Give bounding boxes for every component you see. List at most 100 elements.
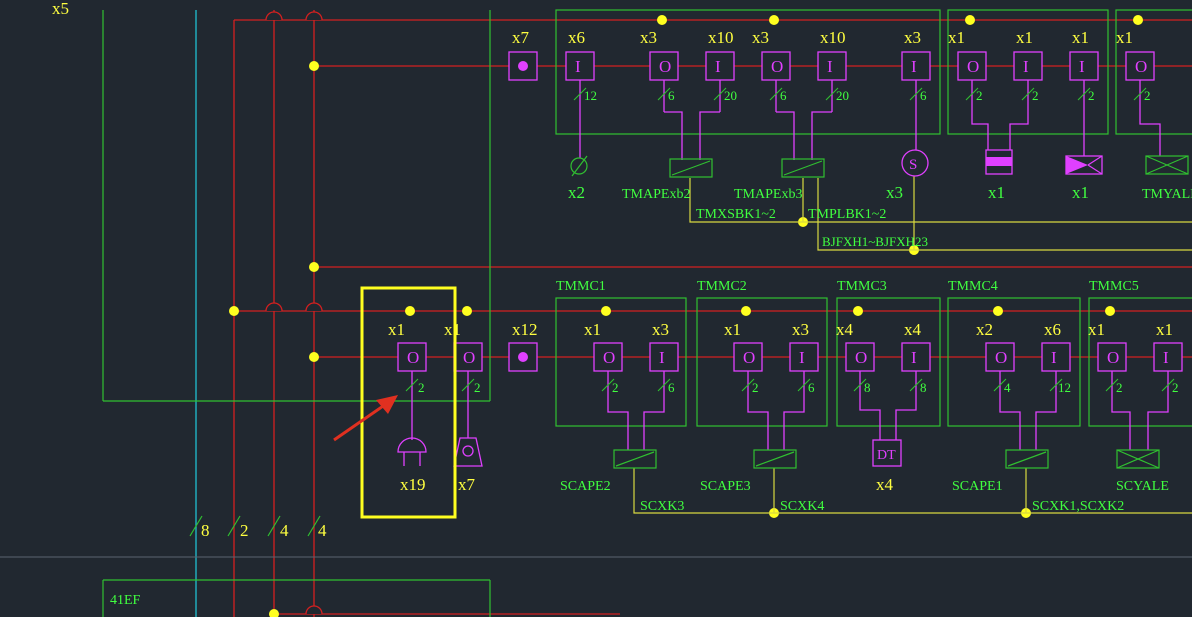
wire-count: 8 (201, 521, 210, 540)
io-count: x1 (724, 320, 741, 339)
io-count: x10 (708, 28, 734, 47)
io-box-label: O (995, 348, 1007, 367)
socket-plug-icon (397, 437, 427, 466)
wire-count: 20 (836, 88, 849, 103)
io-box-label: I (911, 348, 917, 367)
module-box-icon (753, 449, 797, 469)
wiring-diagram-canvas: x5 x7 x6 x3 x10 x3 x10 x3 x1 x1 x1 x1 I … (0, 0, 1192, 617)
io-count: x1 (1156, 320, 1173, 339)
bottom-row: TMMC1 TMMC2 TMMC3 TMMC4 TMMC5 x1 x1 x12 … (388, 279, 1183, 514)
io-box-label: O (771, 57, 783, 76)
device-label: x7 (458, 475, 476, 494)
device-label: TMYALE (1142, 187, 1192, 202)
io-count: x3 (640, 28, 657, 47)
io-box-label: O (603, 348, 615, 367)
annotation-arrow-icon (333, 395, 398, 442)
io-count: x2 (976, 320, 993, 339)
wire-count: 4 (318, 521, 327, 540)
module-box-icon (1005, 449, 1049, 469)
io-count: x1 (1116, 28, 1133, 47)
round-slash-symbol-icon (570, 155, 588, 177)
wire-count: 4 (280, 521, 289, 540)
io-box-label: I (827, 57, 833, 76)
bus-label: TMXSBK1~2 (696, 207, 776, 222)
bus-label: SCXK4 (780, 499, 824, 514)
io-count: x1 (1088, 320, 1105, 339)
wire-count: 6 (808, 380, 815, 395)
io-box-label: O (407, 348, 419, 367)
io-box-label: I (659, 348, 665, 367)
group-title: TMMC1 (556, 279, 606, 294)
group-title: TMMC5 (1089, 279, 1139, 294)
device-label: x3 (886, 183, 903, 202)
io-count: x4 (836, 320, 854, 339)
device-label: x19 (400, 475, 426, 494)
wire-count: 12 (1058, 380, 1071, 395)
io-count: x6 (1044, 320, 1061, 339)
wire-count: 2 (976, 88, 983, 103)
bus-label: BJFXH1~BJFXH23 (822, 234, 928, 249)
top-row: x7 x6 x3 x10 x3 x10 x3 x1 x1 x1 x1 I O I… (508, 28, 1192, 249)
wire-count: 6 (668, 380, 675, 395)
dt-box-icon: DT (872, 439, 902, 467)
lower-panel-label: 41EF (110, 593, 141, 608)
bus-label: TMPLBK1~2 (808, 207, 886, 222)
wire-count: 2 (474, 380, 481, 395)
io-count: x1 (1072, 28, 1089, 47)
io-box-label: I (1023, 57, 1029, 76)
horn-symbol-icon (1065, 155, 1103, 175)
wire-count: 2 (752, 380, 759, 395)
wire-count: 2 (1116, 380, 1123, 395)
device-label: SCAPE3 (700, 479, 751, 494)
group-title: TMMC3 (837, 279, 887, 294)
io-count: x10 (820, 28, 846, 47)
device-label: SCAPE1 (952, 479, 1003, 494)
group-title: TMMC4 (948, 279, 998, 294)
keyhole-switch-icon (453, 437, 483, 467)
bus-label: SCXK1,SCXK2 (1032, 499, 1124, 514)
io-box-label: O (463, 348, 475, 367)
device-label: TMAPExb3 (734, 187, 802, 202)
wire-count: 2 (612, 380, 619, 395)
svg-text:DT: DT (877, 448, 896, 463)
group-title: TMMC2 (697, 279, 747, 294)
device-label: SCYALE (1116, 479, 1169, 494)
wire-count: 2 (1172, 380, 1179, 395)
io-box-label: O (1135, 57, 1147, 76)
io-box-label: I (1051, 348, 1057, 367)
wire-count: 2 (240, 521, 249, 540)
io-count: x1 (388, 320, 405, 339)
io-box-label: I (715, 57, 721, 76)
io-count: x1 (948, 28, 965, 47)
svg-text:S: S (909, 157, 917, 173)
cross-box-icon (1145, 155, 1189, 175)
bus-label: SCXK3 (640, 499, 684, 514)
io-count: x1 (584, 320, 601, 339)
io-box-label: O (967, 57, 979, 76)
s-symbol-icon: S (901, 149, 929, 177)
io-count: x1 (1016, 28, 1033, 47)
io-box-label: I (799, 348, 805, 367)
io-count: x4 (904, 320, 922, 339)
io-box-label: I (1079, 57, 1085, 76)
wire-count: 20 (724, 88, 737, 103)
wire-count: 2 (418, 380, 425, 395)
io-box-label: I (1163, 348, 1169, 367)
io-count: x12 (512, 320, 538, 339)
device-label: x2 (568, 183, 585, 202)
io-count: x3 (904, 28, 921, 47)
io-count: x3 (792, 320, 809, 339)
wire-count: 4 (1004, 380, 1011, 395)
io-box-label: O (743, 348, 755, 367)
wire-count: 12 (584, 88, 597, 103)
device-label: x1 (1072, 183, 1089, 202)
wire-count: 2 (1032, 88, 1039, 103)
io-box-label: I (575, 57, 581, 76)
device-label: x4 (876, 475, 894, 494)
io-box-label: I (911, 57, 917, 76)
module-box-icon (613, 449, 657, 469)
io-box-label: O (1107, 348, 1119, 367)
device-label: TMAPExb2 (622, 187, 690, 202)
device-label: SCAPE2 (560, 479, 611, 494)
io-count: x3 (752, 28, 769, 47)
